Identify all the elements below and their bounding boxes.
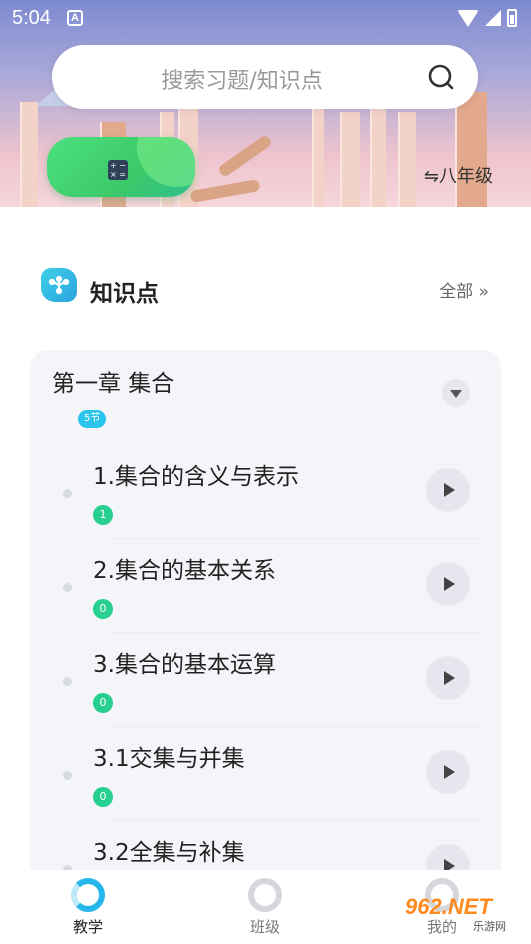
play-icon[interactable]: [426, 468, 470, 512]
lesson-item[interactable]: 3.集合的基本运算 0: [30, 632, 501, 726]
pillar-decoration: [398, 112, 416, 207]
lesson-title: 3.2全集与补集: [93, 840, 245, 866]
lesson-title: 3.集合的基本运算: [93, 652, 276, 678]
pillar-decoration: [312, 107, 324, 207]
pillar-decoration: [370, 107, 386, 207]
search-placeholder: 搜索习题/知识点: [161, 69, 323, 94]
nav-label: 班级: [249, 918, 280, 936]
nav-item-teaching[interactable]: 教学: [48, 878, 128, 937]
status-bar: 5:04 A: [0, 0, 531, 36]
lesson-item[interactable]: 1.集合的含义与表示 1: [30, 444, 501, 538]
class-icon: [248, 878, 282, 912]
teaching-icon: [71, 878, 105, 912]
lesson-title: 1.集合的含义与表示: [93, 464, 299, 490]
notification-icon: A: [67, 10, 83, 26]
lesson-item[interactable]: 2.集合的基本关系 0: [30, 538, 501, 632]
bullet-icon: [63, 489, 72, 498]
signal-icon: [485, 10, 501, 26]
calculator-icon: + − × =: [108, 160, 128, 180]
section-title: 知识点: [90, 281, 159, 307]
watermark-sub: 乐游网: [473, 920, 506, 933]
play-icon[interactable]: [426, 562, 470, 606]
search-bar[interactable]: 搜索习题/知识点: [52, 45, 478, 109]
branch-decoration: [189, 179, 261, 203]
grade-selector[interactable]: ⇋八年级: [424, 162, 493, 188]
play-icon[interactable]: [426, 750, 470, 794]
battery-icon: [507, 9, 517, 27]
status-icons: [457, 7, 517, 29]
view-all-link[interactable]: 全部 »: [439, 277, 489, 302]
lesson-count-badge: 0: [93, 787, 113, 807]
nav-item-class[interactable]: 班级: [225, 878, 305, 937]
chapter-section-count-badge: 5节: [78, 410, 107, 428]
lesson-item[interactable]: 3.1交集与并集 0: [30, 726, 501, 820]
lesson-count-badge: 1: [93, 505, 113, 525]
collapse-chevron-icon[interactable]: [442, 379, 470, 407]
chapter-card: 第一章 集合 5节 1.集合的含义与表示 1 2.集合的基本关系 0 3.集合的…: [30, 350, 501, 890]
bullet-icon: [63, 583, 72, 592]
lesson-title: 3.1交集与并集: [93, 746, 245, 772]
calculator-button[interactable]: + − × =: [47, 137, 195, 197]
lesson-count-badge: 0: [93, 693, 113, 713]
nav-label: 教学: [72, 918, 103, 936]
play-icon[interactable]: [426, 656, 470, 700]
watermark-brand: 962.NET: [405, 894, 492, 919]
lesson-title: 2.集合的基本关系: [93, 558, 276, 584]
pillar-decoration: [20, 102, 38, 207]
status-time: 5:04: [12, 7, 51, 29]
search-icon[interactable]: [427, 63, 455, 91]
pillar-decoration: [340, 112, 360, 207]
bullet-icon: [63, 771, 72, 780]
bullet-icon: [63, 677, 72, 686]
pillar-decoration: [455, 92, 487, 207]
chapter-title[interactable]: 第一章 集合: [52, 364, 174, 398]
knowledge-point-icon: [41, 268, 77, 302]
branch-decoration: [216, 133, 274, 179]
wifi-icon: [457, 9, 479, 27]
lesson-count-badge: 0: [93, 599, 113, 619]
watermark-logo: 962.NET 乐游网: [405, 894, 525, 934]
